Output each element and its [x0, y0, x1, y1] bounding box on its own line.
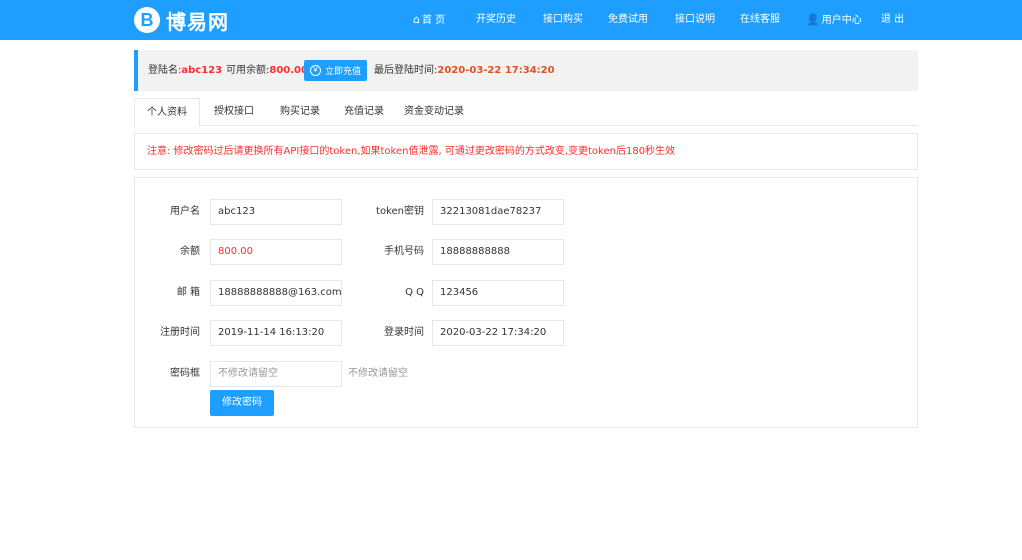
account-info-bar: 登陆名:abc123 可用余额:800.00 ¥ 立即充值 最后登陆时间:2020… — [134, 50, 918, 91]
tab-authorized-api[interactable]: 授权接口 — [204, 98, 264, 126]
email-label: 邮 箱 — [176, 287, 200, 298]
top-nav-bar: B 博易网 ⌂ 首 页 开奖历史 接口购买 免费试用 接口说明 在线客服 👤 用户中… — [0, 0, 1022, 40]
phone-label: 手机号码 — [384, 246, 424, 257]
available-balance: 可用余额:800.00 — [226, 65, 308, 76]
username-field[interactable]: abc123 — [210, 199, 342, 225]
nav-buy-api[interactable]: 接口购买 — [543, 0, 583, 40]
recharge-button[interactable]: ¥ 立即充值 — [304, 60, 367, 81]
tab-fund-records[interactable]: 资金变动记录 — [398, 98, 470, 126]
balance-field[interactable]: 800.00 — [210, 239, 342, 265]
username-label: 用户名 — [170, 206, 200, 217]
login-time-field[interactable]: 2020-03-22 17:34:20 — [432, 320, 564, 346]
nav-free-trial[interactable]: 免费试用 — [608, 0, 648, 40]
tab-purchase-records[interactable]: 购买记录 — [270, 98, 330, 126]
brand-name: 博易网 — [166, 9, 229, 34]
nav-api-doc[interactable]: 接口说明 — [675, 0, 715, 40]
reg-time-field[interactable]: 2019-11-14 16:13:20 — [210, 320, 342, 346]
token-field[interactable]: 32213081dae78237 — [432, 199, 564, 225]
balance-label: 余额 — [180, 246, 200, 257]
token-label: token密钥 — [376, 206, 424, 217]
password-hint: 不修改请留空 — [348, 368, 408, 379]
change-password-button[interactable]: 修改密码 — [210, 390, 274, 416]
last-login-time: 最后登陆时间:2020-03-22 17:34:20 — [374, 65, 555, 76]
password-input[interactable]: 不修改请留空 — [210, 361, 342, 387]
qq-field[interactable]: 123456 — [432, 280, 564, 306]
email-field[interactable]: 18888888888@163.com — [210, 280, 342, 306]
login-time-label: 登录时间 — [384, 327, 424, 338]
nav-logout[interactable]: 退 出 — [881, 0, 904, 40]
nav-user-center[interactable]: 👤 用户中心 — [806, 0, 862, 40]
brand-logo[interactable]: B 博易网 — [134, 7, 229, 34]
profile-tabs: 个人资料 授权接口 购买记录 充值记录 资金变动记录 — [134, 98, 918, 127]
reg-time-label: 注册时间 — [160, 327, 200, 338]
nav-home[interactable]: ⌂ 首 页 — [413, 0, 445, 40]
password-label: 密码框 — [170, 368, 200, 379]
user-icon: 👤 — [806, 13, 820, 26]
nav-support[interactable]: 在线客服 — [740, 0, 780, 40]
home-icon: ⌂ — [413, 13, 420, 26]
yen-circle-icon: ¥ — [309, 65, 321, 76]
tab-profile[interactable]: 个人资料 — [134, 98, 200, 127]
tab-recharge-records[interactable]: 充值记录 — [334, 98, 394, 126]
password-notice: 注意: 修改密码过后请更换所有API接口的token,如果token值泄露, 可… — [134, 133, 918, 170]
logo-icon: B — [134, 7, 160, 33]
login-name: 登陆名:abc123 — [148, 65, 223, 76]
phone-field[interactable]: 18888888888 — [432, 239, 564, 265]
nav-history[interactable]: 开奖历史 — [476, 0, 516, 40]
qq-label: Q Q — [405, 287, 424, 298]
